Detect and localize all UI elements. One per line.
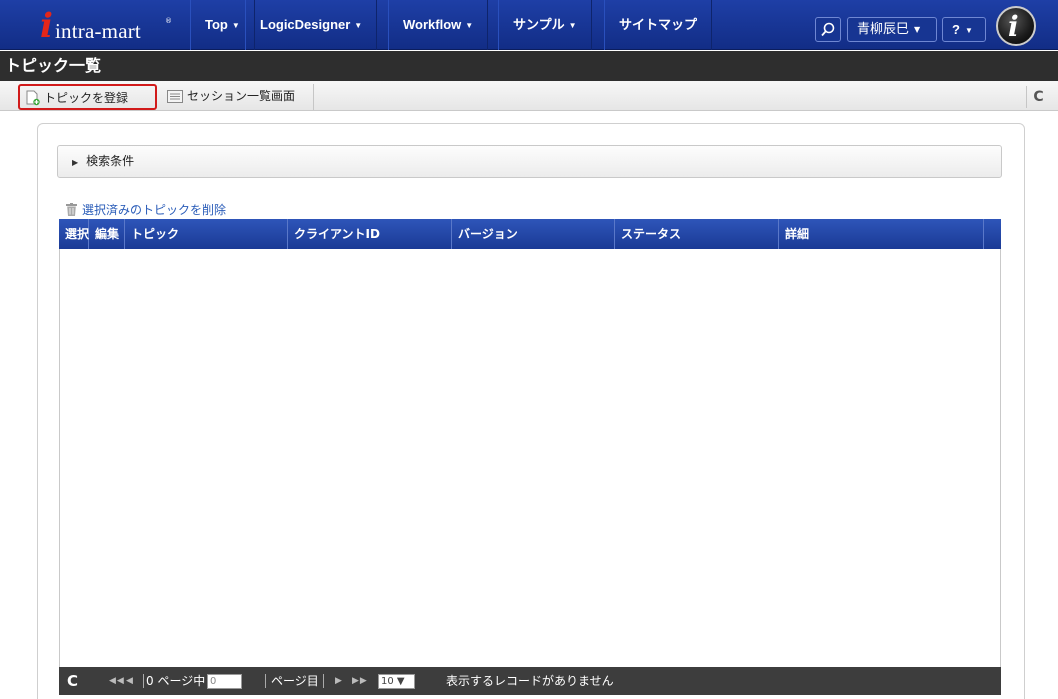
reload-grid-icon[interactable]: C — [67, 667, 78, 695]
rows-per-page-select[interactable]: 10 ▼ — [378, 674, 415, 689]
last-page-icon[interactable]: ▶▶ — [352, 667, 368, 695]
column-header-topic[interactable]: トピック — [125, 219, 288, 249]
user-menu-button[interactable]: 青柳辰巳 ▼ — [847, 17, 937, 42]
new-document-icon — [26, 90, 40, 106]
column-header-details[interactable]: 詳細 — [779, 219, 984, 249]
chevron-down-icon: ▼ — [914, 25, 921, 34]
no-records-message: 表示するレコードがありません — [446, 674, 614, 688]
page-title-bar: トピック一覧 — [0, 51, 1058, 81]
intra-mart-logo[interactable]: i intra-mart ® — [40, 8, 190, 44]
column-header-select[interactable]: 選択 — [59, 219, 89, 249]
page-count-text: 0 ページ中 — [146, 674, 206, 688]
chevron-down-icon: ▼ — [465, 21, 474, 30]
register-topic-button[interactable]: トピックを登録 — [18, 84, 157, 110]
page-number-input[interactable]: 0 — [207, 674, 242, 689]
session-list-button[interactable]: セッション一覧画面 — [163, 84, 311, 110]
first-page-icon[interactable]: ◀◀ — [109, 667, 125, 695]
nav-menu-logicdesigner[interactable]: LogicDesigner ▼ — [245, 0, 378, 50]
trash-icon — [66, 203, 77, 216]
previous-page-icon[interactable]: ◀ — [126, 667, 134, 695]
next-page-icon[interactable]: ▶ — [335, 667, 343, 695]
search-conditions-toggle[interactable]: ▶ 検索条件 — [57, 145, 1002, 178]
toolbar: トピックを登録 セッション一覧画面 C — [0, 81, 1058, 111]
toolbar-divider — [313, 84, 314, 110]
topic-grid-body — [59, 249, 1001, 667]
help-menu-button[interactable]: ? ▼ — [942, 17, 986, 42]
top-navigation-bar: i intra-mart ® Top ▼ LogicDesigner ▼ Workf… — [0, 0, 1058, 50]
nav-menu-sample[interactable]: サンプル ▼ — [498, 0, 592, 50]
chevron-down-icon: ▼ — [964, 26, 973, 35]
search-icon — [821, 22, 835, 37]
nav-menu-sitemap[interactable]: サイトマップ — [604, 0, 712, 50]
global-search-button[interactable] — [815, 17, 841, 42]
column-header-client-id[interactable]: クライアントID — [288, 219, 452, 249]
column-header-edit[interactable]: 編集 — [89, 219, 125, 249]
nav-menu-workflow[interactable]: Workflow ▼ — [388, 0, 489, 50]
delete-selected-topics-link[interactable]: 選択済みのトピックを削除 — [66, 201, 226, 218]
page-title: トピック一覧 — [5, 56, 102, 75]
refresh-icon: C — [1033, 89, 1044, 105]
list-icon — [167, 90, 183, 103]
column-header-status[interactable]: ステータス — [615, 219, 779, 249]
chevron-down-icon: ▼ — [568, 21, 577, 30]
expand-arrow-icon: ▶ — [72, 158, 79, 167]
chevron-down-icon: ▼ — [354, 21, 363, 30]
logo-text: intra-mart — [55, 19, 141, 43]
refresh-page-button[interactable]: C — [1026, 86, 1050, 108]
grid-pager: C ◀◀ ◀ 0 ページ中 0 ページ目 ▶ ▶▶ 10 ▼ 表示するレコードが… — [59, 667, 1001, 695]
topic-grid-header: 選択 編集 トピック クライアントID バージョン ステータス 詳細 — [59, 219, 1001, 249]
chevron-down-icon: ▼ — [231, 21, 240, 30]
page-suffix-text: ページ目 — [271, 674, 319, 688]
app-launcher-icon[interactable]: i — [996, 6, 1036, 46]
column-header-version[interactable]: バージョン — [452, 219, 615, 249]
